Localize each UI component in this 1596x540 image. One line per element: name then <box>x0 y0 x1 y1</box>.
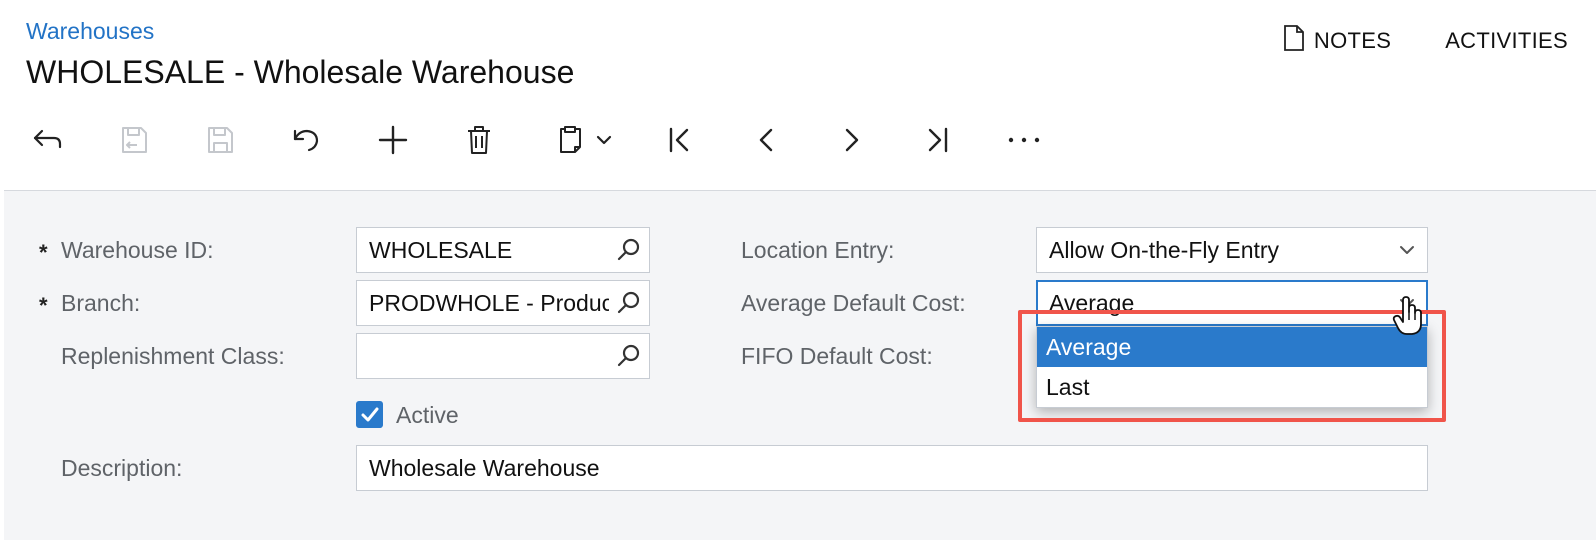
document-icon <box>1282 24 1306 58</box>
first-record-icon <box>669 127 689 153</box>
back-arrow-icon <box>33 129 62 149</box>
notes-label: NOTES <box>1313 28 1392 53</box>
plus-icon <box>378 125 408 155</box>
required-marker: * <box>39 293 48 318</box>
location-entry-value: Allow On-the-Fly Entry <box>1049 236 1280 263</box>
previous-button[interactable] <box>738 112 794 168</box>
branch-value: PRODWHOLE - Products Wholesale <box>369 289 609 316</box>
trash-icon <box>468 126 490 154</box>
average-default-cost-value: Average <box>1049 289 1135 316</box>
search-icon[interactable] <box>609 281 649 325</box>
search-icon[interactable] <box>609 228 649 272</box>
chevron-down-icon <box>596 135 612 145</box>
active-label: Active <box>396 402 459 428</box>
chevron-left-icon <box>759 128 773 152</box>
undo-icon <box>293 129 319 152</box>
save-icon <box>208 127 233 153</box>
branch-field[interactable]: PRODWHOLE - Products Wholesale <box>356 280 650 326</box>
breadcrumb[interactable]: Warehouses <box>26 18 154 45</box>
page-title: WHOLESALE - Wholesale Warehouse <box>26 54 575 90</box>
dropdown-option-last[interactable]: Last <box>1037 367 1427 407</box>
save-close-icon <box>122 127 147 153</box>
more-icon <box>1008 137 1040 143</box>
checkmark-icon <box>361 407 378 421</box>
warehouse-id-field[interactable]: WHOLESALE <box>356 227 650 273</box>
save-button[interactable] <box>192 112 248 168</box>
more-button[interactable] <box>996 112 1052 168</box>
description-value: Wholesale Warehouse <box>369 454 600 481</box>
location-entry-label: Location Entry: <box>741 237 895 263</box>
activities-label: ACTIVITIES <box>1445 28 1568 53</box>
back-button[interactable] <box>19 112 75 168</box>
cancel-button[interactable] <box>278 112 334 168</box>
warehouse-id-value: WHOLESALE <box>369 236 513 263</box>
warehouse-id-label: Warehouse ID: <box>61 237 214 263</box>
next-button[interactable] <box>824 112 880 168</box>
delete-button[interactable] <box>451 112 507 168</box>
dropdown-option-average[interactable]: Average <box>1037 327 1427 367</box>
branch-label: Branch: <box>61 290 141 316</box>
average-default-cost-label: Average Default Cost: <box>741 290 966 316</box>
chevron-right-icon <box>845 128 859 152</box>
last-record-button[interactable] <box>910 112 966 168</box>
first-record-button[interactable] <box>651 112 707 168</box>
average-default-cost-dropdown: Average Last <box>1036 326 1428 408</box>
copy-paste-button[interactable] <box>546 112 622 168</box>
save-close-button[interactable] <box>106 112 162 168</box>
clipboard-icon <box>560 126 581 153</box>
search-icon[interactable] <box>609 334 649 378</box>
replenishment-class-label: Replenishment Class: <box>61 343 285 369</box>
top-links: NOTES ACTIVITIES <box>1282 24 1568 58</box>
notes-button[interactable]: NOTES <box>1282 24 1391 58</box>
fifo-default-cost-label: FIFO Default Cost: <box>741 343 933 369</box>
average-default-cost-select[interactable]: Average <box>1036 280 1428 326</box>
activities-button[interactable]: ACTIVITIES <box>1445 28 1568 54</box>
active-checkbox[interactable] <box>356 401 383 428</box>
toolbar <box>0 112 1596 170</box>
required-marker: * <box>39 240 48 265</box>
location-entry-select[interactable]: Allow On-the-Fly Entry <box>1036 227 1428 273</box>
hand-cursor-icon <box>1392 296 1422 335</box>
last-record-icon <box>928 127 948 153</box>
replenishment-class-field[interactable] <box>356 333 650 379</box>
add-button[interactable] <box>365 112 421 168</box>
description-label: Description: <box>61 455 183 481</box>
description-field[interactable]: Wholesale Warehouse <box>356 445 1428 491</box>
chevron-down-icon <box>1387 228 1427 272</box>
